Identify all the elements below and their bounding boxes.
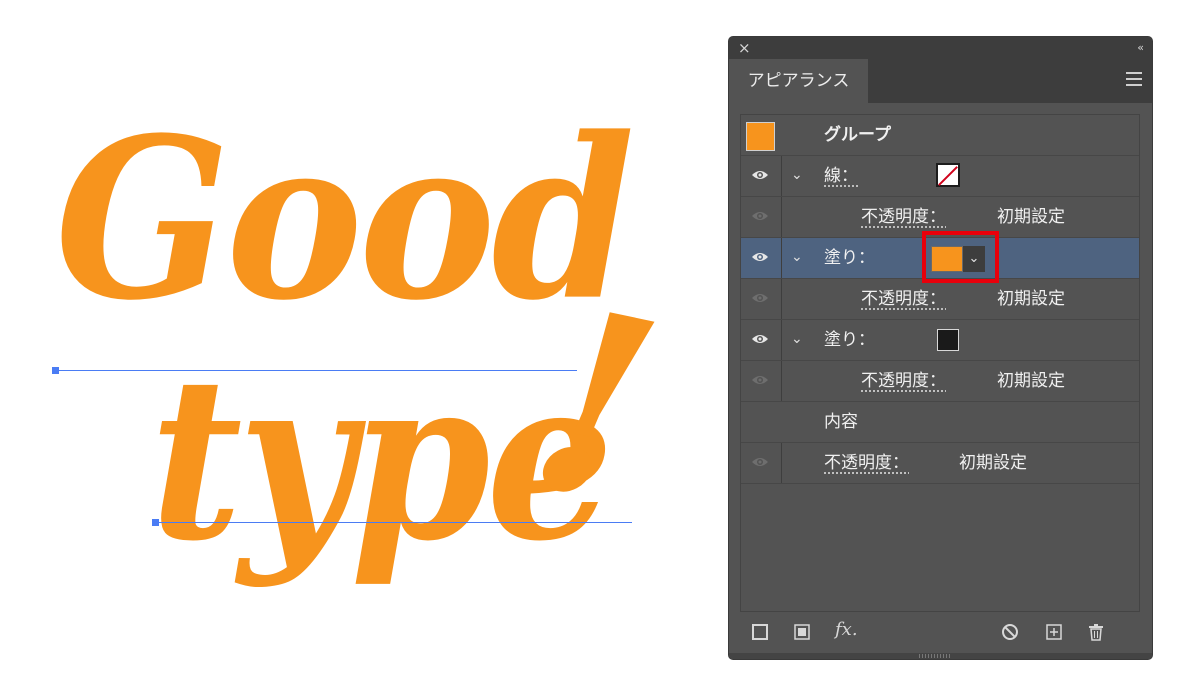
duplicate-icon[interactable] xyxy=(1045,623,1063,645)
opacity-label[interactable]: 不透明度： xyxy=(861,279,946,319)
opacity-value: 初期設定 xyxy=(997,371,1065,391)
clear-icon[interactable] xyxy=(1001,623,1019,645)
artwork-canvas[interactable]: Good type ! xyxy=(0,0,700,694)
row-stroke[interactable]: ⌄ 線： xyxy=(741,156,1139,197)
row-divider xyxy=(781,279,782,319)
appearance-panel: × ‹‹ アピアランス グループ ⌄ 線： 不透明度： 初期設定 ⌄ 塗り： ⌄… xyxy=(729,37,1152,659)
eye-icon[interactable] xyxy=(751,169,769,181)
eye-icon[interactable] xyxy=(751,333,769,345)
panel-tab-bar: アピアランス xyxy=(729,59,1152,103)
fill-color-swatch[interactable] xyxy=(937,329,959,351)
row-divider xyxy=(781,361,782,401)
row-group-opacity[interactable]: 不透明度： 初期設定 xyxy=(741,443,1139,484)
eye-icon[interactable] xyxy=(751,292,769,304)
stroke-none-swatch[interactable] xyxy=(936,163,960,187)
row-divider xyxy=(781,238,782,278)
chevron-down-icon[interactable]: ⌄ xyxy=(791,329,803,349)
panel-resize-bar[interactable] xyxy=(729,653,1152,659)
add-fill-icon[interactable] xyxy=(793,623,811,645)
row-divider xyxy=(781,197,782,237)
anchor-point-1[interactable] xyxy=(52,367,59,374)
stroke-label[interactable]: 線： xyxy=(824,156,858,196)
eye-icon[interactable] xyxy=(751,374,769,386)
row-fill-black-opacity[interactable]: 不透明度： 初期設定 xyxy=(741,361,1139,402)
group-thumbnail xyxy=(746,122,775,151)
opacity-value: 初期設定 xyxy=(959,453,1027,473)
opacity-label[interactable]: 不透明度： xyxy=(861,361,946,401)
resize-grip[interactable] xyxy=(919,654,951,658)
fill-label[interactable]: 塗り： xyxy=(824,320,875,360)
collapse-icon[interactable]: ‹‹ xyxy=(1137,39,1144,57)
appearance-list: グループ ⌄ 線： 不透明度： 初期設定 ⌄ 塗り： ⌄ 不透明度： 初期設定 … xyxy=(740,114,1140,612)
row-fill-black[interactable]: ⌄ 塗り： xyxy=(741,320,1139,361)
row-group[interactable]: グループ xyxy=(741,115,1139,156)
fill-label[interactable]: 塗り： xyxy=(824,238,875,278)
fx-icon[interactable]: fx. xyxy=(835,619,858,640)
add-stroke-icon[interactable] xyxy=(751,623,769,645)
tab-appearance[interactable]: アピアランス xyxy=(729,59,868,103)
panel-menu-icon[interactable] xyxy=(1126,72,1142,88)
trash-icon[interactable] xyxy=(1087,623,1105,645)
anchor-point-2[interactable] xyxy=(152,519,159,526)
opacity-value: 初期設定 xyxy=(997,207,1065,227)
eye-icon[interactable] xyxy=(751,210,769,222)
opacity-label[interactable]: 不透明度： xyxy=(824,443,909,483)
row-divider xyxy=(781,156,782,196)
opacity-value: 初期設定 xyxy=(997,289,1065,309)
close-icon[interactable]: × xyxy=(738,39,751,57)
highlight-box xyxy=(922,231,999,283)
eye-icon[interactable] xyxy=(751,456,769,468)
baseline-guide-2 xyxy=(155,522,632,523)
baseline-guide-1 xyxy=(55,370,577,371)
row-divider xyxy=(781,320,782,360)
group-label: グループ xyxy=(824,125,891,145)
row-contents[interactable]: 内容 xyxy=(741,402,1139,443)
panel-footer: fx. xyxy=(729,613,1152,653)
row-fill-orange[interactable]: ⌄ 塗り： ⌄ xyxy=(741,231,1139,283)
chevron-down-icon[interactable]: ⌄ xyxy=(791,247,803,267)
panel-title-bar[interactable]: × ‹‹ xyxy=(729,37,1152,59)
row-divider xyxy=(781,443,782,483)
artwork-text-good[interactable]: Good xyxy=(55,109,635,331)
contents-label[interactable]: 内容 xyxy=(824,402,858,442)
eye-icon[interactable] xyxy=(751,251,769,263)
row-fill-orange-opacity[interactable]: 不透明度： 初期設定 xyxy=(741,279,1139,320)
chevron-down-icon[interactable]: ⌄ xyxy=(791,165,803,185)
